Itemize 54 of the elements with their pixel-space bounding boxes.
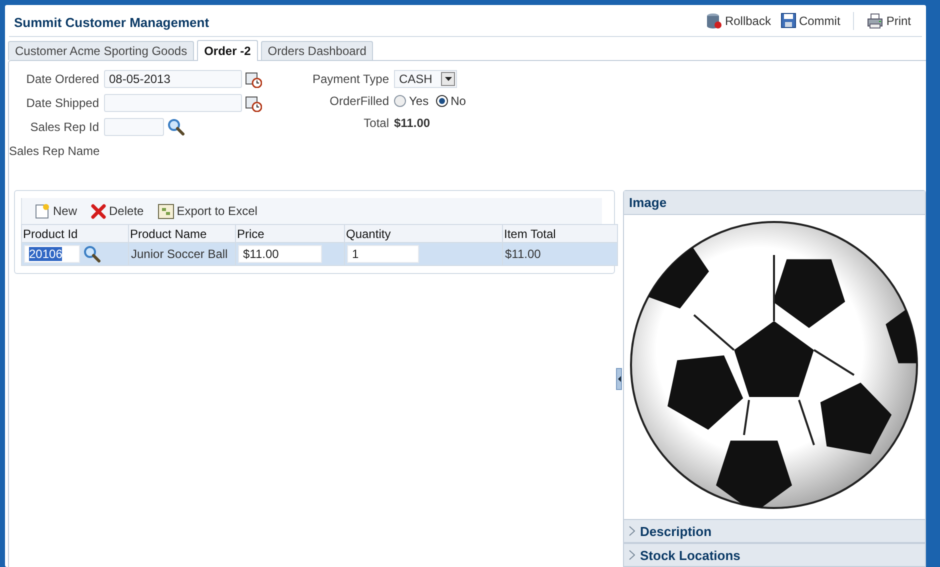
- print-button[interactable]: Print: [864, 10, 914, 30]
- database-icon: [706, 12, 722, 28]
- collapse-arrow-icon: [618, 376, 620, 382]
- field-label: Date Ordered: [25, 71, 99, 88]
- payment-type-dropdown[interactable]: CASH: [394, 70, 457, 88]
- selected-text: 20106: [29, 247, 62, 261]
- column-header[interactable]: Product Name: [128, 224, 236, 242]
- column-header[interactable]: Item Total: [502, 224, 618, 242]
- section-header[interactable]: Description: [624, 519, 925, 543]
- radio-button[interactable]: [436, 95, 448, 107]
- column-header[interactable]: Product Id: [22, 224, 128, 242]
- delete-button[interactable]: Delete: [88, 204, 147, 218]
- spreadsheet-icon: [158, 204, 174, 218]
- tab[interactable]: Order -2: [197, 40, 258, 61]
- section-header[interactable]: Stock Locations: [624, 543, 925, 567]
- date-field[interactable]: [104, 94, 242, 112]
- calendar-icon: [245, 70, 262, 88]
- field-label: OrderFilled: [328, 93, 389, 110]
- product-id-field[interactable]: 20106: [24, 245, 80, 263]
- date-field[interactable]: 08-05-2013: [104, 70, 242, 88]
- radio-label: Yes: [409, 94, 429, 108]
- tab[interactable]: Customer Acme Sporting Goods: [8, 41, 194, 60]
- search-icon: [167, 118, 185, 136]
- field-label: Sales Rep Name: [9, 143, 99, 160]
- new-document-icon: [35, 203, 50, 219]
- excel-button[interactable]: Export to Excel: [154, 204, 260, 218]
- total-value: $11.00: [394, 115, 430, 132]
- tab[interactable]: Orders Dashboard: [260, 41, 374, 60]
- radio-button[interactable]: [394, 95, 406, 107]
- column-header[interactable]: Quantity: [344, 224, 502, 242]
- field-label: Date Shipped: [25, 95, 99, 112]
- table-cell: $11.00: [502, 242, 618, 266]
- printer-icon: [867, 12, 884, 28]
- quantity-field[interactable]: 1: [347, 245, 419, 263]
- radio-label: No: [450, 94, 466, 108]
- rollback-button[interactable]: Rollback: [702, 10, 774, 30]
- search-icon: [83, 245, 101, 263]
- column-header[interactable]: Price: [236, 224, 344, 242]
- input-field[interactable]: [104, 118, 164, 136]
- table-cell: Junior Soccer Ball: [128, 242, 236, 266]
- new-button[interactable]: New: [32, 203, 80, 219]
- app-title: Summit Customer Management: [14, 14, 210, 30]
- table-row[interactable]: 20106 Junior Soccer Ball $11.00 1 $11.00: [22, 242, 618, 266]
- field-label: Payment Type: [312, 71, 389, 88]
- field-label: Total: [362, 115, 389, 132]
- price-field[interactable]: $11.00: [238, 245, 322, 263]
- save-icon: [780, 13, 796, 28]
- section-header[interactable]: Image: [624, 191, 925, 215]
- delete-icon: [91, 204, 106, 218]
- dropdown-arrow-icon: [444, 77, 452, 81]
- commit-button[interactable]: Commit: [778, 11, 844, 30]
- collapse-handle[interactable]: [616, 368, 622, 390]
- calendar-icon: [245, 94, 262, 112]
- field-label: Sales Rep Id: [29, 119, 99, 136]
